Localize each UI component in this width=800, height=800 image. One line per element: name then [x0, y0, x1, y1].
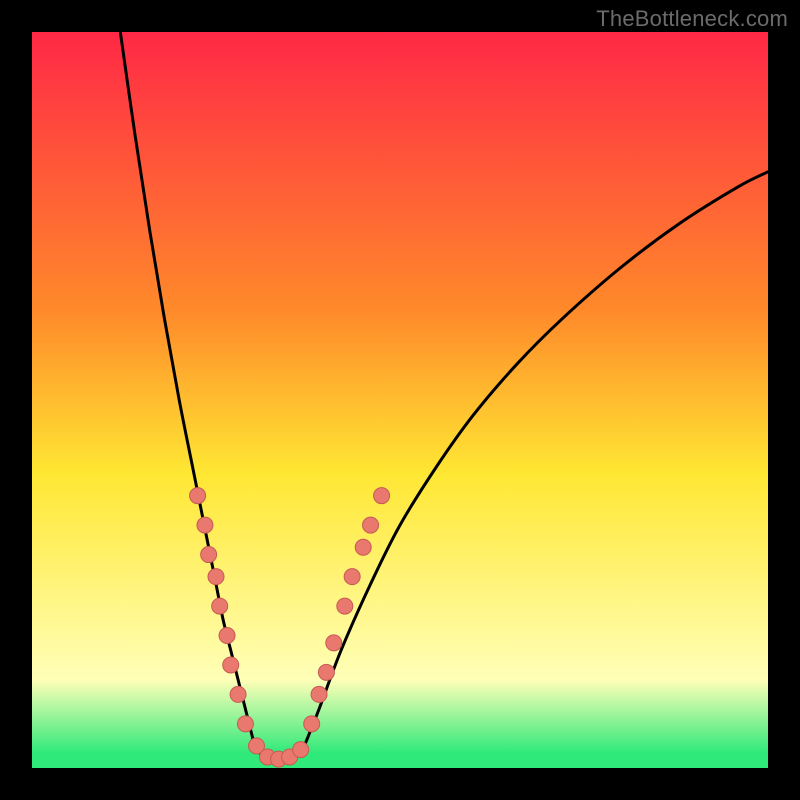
- bottleneck-curve: [120, 32, 768, 761]
- data-marker: [311, 686, 327, 702]
- data-marker: [223, 657, 239, 673]
- data-marker: [201, 547, 217, 563]
- data-marker: [355, 539, 371, 555]
- data-marker: [237, 716, 253, 732]
- chart-container: TheBottleneck.com: [0, 0, 800, 800]
- data-marker: [363, 517, 379, 533]
- data-marker: [337, 598, 353, 614]
- data-marker: [304, 716, 320, 732]
- chart-overlay: [32, 32, 768, 768]
- data-marker: [230, 686, 246, 702]
- data-marker: [293, 742, 309, 758]
- data-marker: [318, 664, 334, 680]
- data-marker: [197, 517, 213, 533]
- data-marker: [374, 488, 390, 504]
- data-marker: [326, 635, 342, 651]
- data-marker: [219, 628, 235, 644]
- data-marker: [208, 569, 224, 585]
- watermark-text: TheBottleneck.com: [596, 6, 788, 32]
- data-marker: [212, 598, 228, 614]
- data-marker: [190, 488, 206, 504]
- data-marker: [344, 569, 360, 585]
